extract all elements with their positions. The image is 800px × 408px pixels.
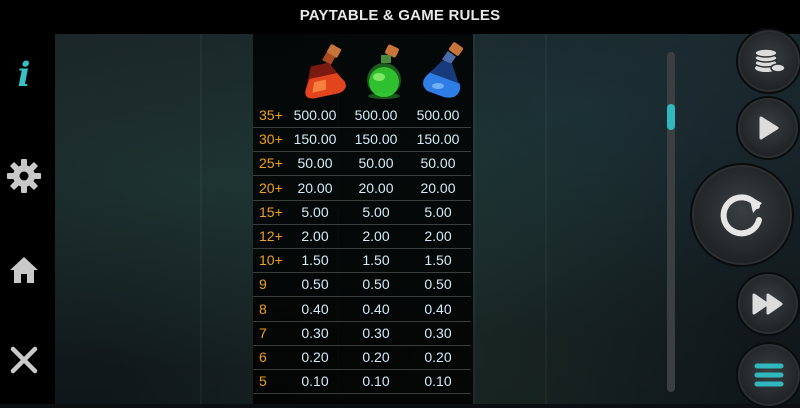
spin-button[interactable] bbox=[690, 163, 794, 267]
payout-value: 150.00 bbox=[416, 131, 460, 148]
play-icon bbox=[759, 116, 779, 140]
symbol-count: 5 bbox=[259, 373, 267, 390]
spin-icon bbox=[720, 194, 762, 237]
payout-value: 0.40 bbox=[424, 300, 452, 317]
payout-value: 0.50 bbox=[301, 276, 329, 293]
paytable-row: 5 0.10 0.10 0.10 bbox=[253, 370, 471, 395]
fast-forward-icon bbox=[752, 293, 783, 315]
close-icon[interactable] bbox=[0, 345, 48, 375]
symbol-count: 9 bbox=[259, 276, 267, 293]
paytable-row: 15+ 5.00 5.00 5.00 bbox=[253, 201, 471, 225]
payout-value: 50.00 bbox=[420, 155, 456, 172]
payout-value: 5.00 bbox=[362, 203, 390, 220]
paytable-row: 7 0.30 0.30 0.30 bbox=[253, 322, 471, 346]
payout-value: 2.00 bbox=[362, 228, 390, 244]
paytable-row: 8 0.40 0.40 0.40 bbox=[253, 298, 471, 322]
payout-value: 20.00 bbox=[420, 179, 456, 196]
payout-value: 500.00 bbox=[416, 107, 460, 123]
blue-potion-icon bbox=[416, 42, 472, 100]
fast-forward-button[interactable] bbox=[736, 272, 800, 336]
payout-value: 500.00 bbox=[293, 107, 337, 123]
coins-icon bbox=[754, 48, 786, 73]
payout-value: 50.00 bbox=[358, 155, 394, 172]
paytable-row: 12+ 2.00 2.00 2.00 bbox=[253, 225, 471, 249]
paytable-row: 20+ 20.00 20.00 20.00 bbox=[253, 177, 471, 201]
payout-value: 2.00 bbox=[301, 228, 329, 244]
paytable-row: 25+ 50.00 50.00 50.00 bbox=[253, 152, 471, 177]
payout-value: 0.30 bbox=[301, 324, 329, 341]
paytable-row: 10+ 1.50 1.50 1.50 bbox=[253, 249, 471, 274]
payout-value: 0.50 bbox=[362, 276, 390, 293]
payout-value: 20.00 bbox=[358, 179, 394, 196]
payout-value: 1.50 bbox=[362, 252, 390, 269]
header-bar: PAYTABLE & GAME RULES bbox=[0, 0, 800, 34]
payout-value: 0.10 bbox=[301, 373, 329, 390]
info-icon-glyph: i bbox=[17, 55, 31, 95]
payout-value: 0.40 bbox=[301, 300, 329, 317]
paytable-row: 6 0.20 0.20 0.20 bbox=[253, 346, 471, 370]
coins-button[interactable] bbox=[736, 28, 800, 94]
red-potion-icon bbox=[296, 42, 352, 100]
scrollbar-thumb[interactable] bbox=[667, 104, 675, 130]
symbol-count: 6 bbox=[259, 349, 267, 365]
payout-value: 0.20 bbox=[301, 349, 329, 365]
scrollbar[interactable] bbox=[667, 52, 675, 392]
payout-value: 1.50 bbox=[301, 252, 329, 269]
menu-icon bbox=[754, 363, 784, 387]
play-button[interactable] bbox=[736, 96, 800, 160]
paytable-row: 35+ 500.00 500.00 500.00 bbox=[253, 104, 471, 128]
paytable-row: 9 0.50 0.50 0.50 bbox=[253, 273, 471, 298]
home-icon[interactable] bbox=[0, 255, 48, 285]
paytable-symbols bbox=[292, 42, 472, 102]
payout-value: 1.50 bbox=[424, 252, 452, 269]
menu-button[interactable] bbox=[736, 342, 800, 408]
payout-value: 0.10 bbox=[424, 373, 452, 390]
paytable-row: 30+ 150.00 150.00 150.00 bbox=[253, 128, 471, 153]
payout-value: 2.00 bbox=[424, 228, 452, 244]
payout-value: 0.40 bbox=[362, 300, 390, 317]
info-icon[interactable]: i bbox=[0, 58, 48, 92]
payout-value: 150.00 bbox=[293, 131, 337, 148]
symbol-count: 7 bbox=[259, 324, 267, 341]
gear-icon[interactable] bbox=[0, 158, 48, 194]
payout-value: 0.10 bbox=[362, 373, 390, 390]
payout-value: 50.00 bbox=[297, 155, 333, 172]
payout-value: 0.50 bbox=[424, 276, 452, 293]
payout-value: 20.00 bbox=[297, 179, 333, 196]
payout-value: 150.00 bbox=[354, 131, 398, 148]
green-potion-icon bbox=[356, 42, 412, 100]
payout-value: 5.00 bbox=[301, 203, 329, 220]
page-title: PAYTABLE & GAME RULES bbox=[299, 7, 501, 24]
payout-value: 500.00 bbox=[354, 107, 398, 123]
payout-value: 0.20 bbox=[424, 349, 452, 365]
payout-value: 0.20 bbox=[362, 349, 390, 365]
payout-value: 5.00 bbox=[424, 203, 452, 220]
payout-value: 0.30 bbox=[424, 324, 452, 341]
payout-value: 0.30 bbox=[362, 324, 390, 341]
symbol-count: 8 bbox=[259, 300, 267, 317]
